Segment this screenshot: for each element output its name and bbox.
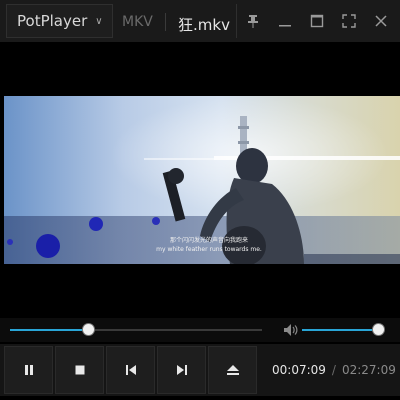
volume-slider[interactable]: [302, 329, 384, 331]
chevron-down-icon: ∨: [95, 15, 103, 27]
next-icon: [176, 365, 187, 375]
subtitle: 那个闪闪发光的声音向我跑来 my white feather runs towa…: [154, 236, 264, 254]
stop-button[interactable]: [55, 346, 104, 394]
title-divider: [165, 13, 166, 31]
next-button[interactable]: [157, 346, 206, 394]
app-menu-button[interactable]: PotPlayer ∨: [6, 4, 113, 38]
volume-handle[interactable]: [372, 324, 384, 335]
title-bar: PotPlayer ∨ MKV 狂.mkv: [0, 0, 400, 42]
pin-icon: [248, 15, 258, 28]
control-bar: 00:07:09 / 02:27:09: [0, 344, 400, 396]
fullscreen-icon: [342, 14, 356, 28]
eject-button[interactable]: [208, 346, 257, 394]
maximize-icon: [310, 14, 324, 28]
close-icon: [375, 15, 387, 27]
file-name: 狂.mkv: [178, 16, 230, 34]
previous-icon: [125, 365, 136, 375]
pin-button[interactable]: [242, 10, 264, 32]
minimize-icon: [279, 25, 291, 27]
time-separator: /: [331, 363, 336, 377]
volume-icon[interactable]: [282, 322, 298, 338]
eject-icon: [226, 365, 239, 375]
volume-level: [302, 329, 379, 331]
video-frame[interactable]: 那个闪闪发光的声音向我跑来 my white feather runs towa…: [4, 96, 400, 264]
seek-progress: [10, 329, 89, 331]
seek-bar[interactable]: [10, 329, 262, 331]
subtitle-english: my white feather runs towards me.: [156, 246, 262, 253]
time-display[interactable]: 00:07:09 / 02:27:09: [260, 346, 398, 394]
close-button[interactable]: [370, 10, 392, 32]
file-format-label: MKV: [122, 14, 153, 30]
previous-button[interactable]: [106, 346, 155, 394]
fullscreen-button[interactable]: [338, 10, 360, 32]
current-time: 00:07:09: [272, 363, 326, 377]
pause-icon: [24, 365, 33, 375]
seek-handle[interactable]: [83, 324, 95, 335]
maximize-button[interactable]: [306, 10, 328, 32]
pause-button[interactable]: [4, 346, 53, 394]
subtitle-chinese: 那个闪闪发光的声音向我跑来: [169, 237, 248, 244]
seek-area: [0, 318, 400, 342]
app-name: PotPlayer: [17, 12, 88, 30]
minimize-button[interactable]: [274, 10, 296, 32]
stop-icon: [75, 365, 84, 375]
total-time: 02:27:09: [341, 363, 396, 377]
window-controls: [236, 4, 397, 38]
